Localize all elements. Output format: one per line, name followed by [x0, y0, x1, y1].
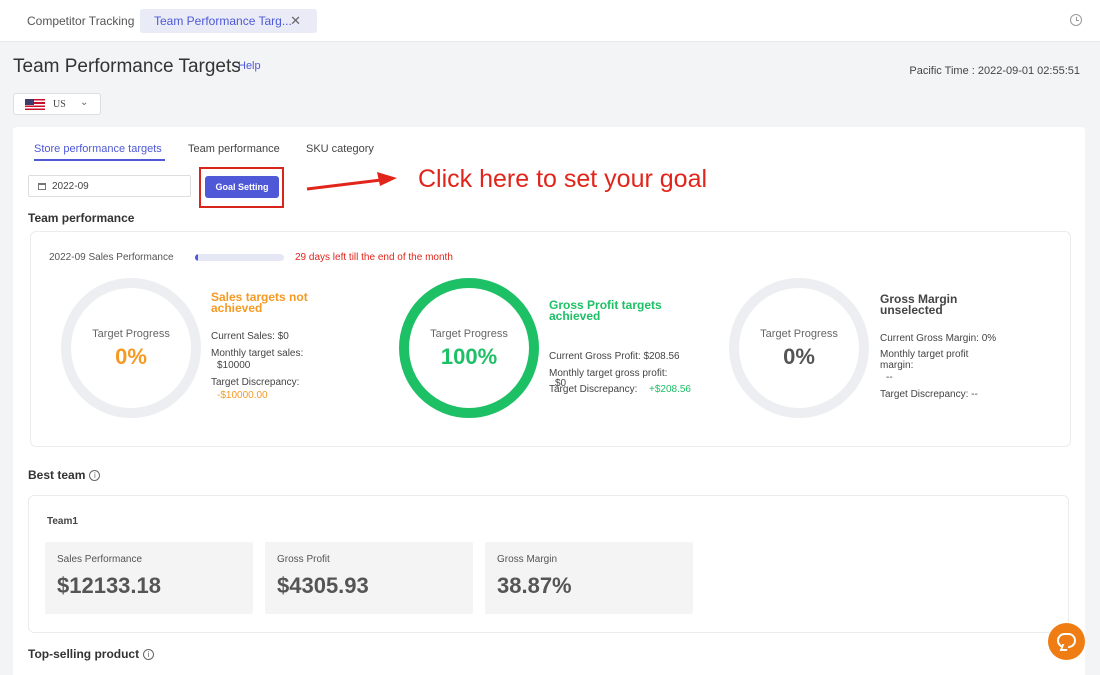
callout-text: Click here to set your goal: [418, 165, 708, 193]
ring-label: Target Progress: [430, 328, 508, 340]
metric-label: Gross Profit: [277, 554, 330, 565]
country-label: US: [53, 99, 66, 110]
sales-performance-label: 2022-09 Sales Performance: [49, 252, 174, 263]
metric-label: Sales Performance: [57, 554, 143, 565]
pacific-time: Pacific Time : 2022-09-01 02:55:51: [909, 65, 1080, 77]
best-team-label: Best team: [28, 468, 86, 482]
us-flag-icon: [25, 99, 45, 110]
month-value: 2022-09: [52, 181, 89, 192]
help-link[interactable]: Help: [238, 60, 261, 72]
profit-discrepancy-value: +$208.56: [649, 384, 691, 395]
sales-target-ring: Target Progress 0%: [61, 278, 201, 418]
chat-bubble-icon: [1057, 633, 1076, 648]
margin-discrepancy: Target Discrepancy: --: [880, 389, 978, 400]
tab-team-performance-targets[interactable]: Team Performance Targ... ✕: [140, 9, 317, 33]
month-picker[interactable]: 2022-09: [28, 175, 191, 197]
chevron-down-icon: ⌄: [80, 97, 89, 108]
main-card: Store performance targets Team performan…: [13, 127, 1085, 675]
goal-setting-button[interactable]: Goal Setting: [205, 176, 279, 198]
current-gross-margin: Current Gross Margin: 0%: [880, 333, 997, 344]
clock-icon[interactable]: [1070, 14, 1082, 26]
ring-label: Target Progress: [760, 328, 838, 340]
monthly-target-margin-label: Monthly target profit margin:: [880, 349, 969, 371]
monthly-target-sales-label: Monthly target sales:: [211, 348, 304, 359]
tab-competitor-tracking[interactable]: Competitor Tracking: [13, 9, 148, 33]
month-progress-bar: [195, 254, 284, 261]
callout-arrow-icon: [306, 172, 397, 191]
calendar-icon: [38, 183, 46, 190]
monthly-target-sales-value: $10000: [217, 360, 251, 371]
monthly-target-profit-label: Monthly target gross profit:: [549, 368, 668, 379]
country-select[interactable]: US ⌄: [13, 93, 101, 115]
sales-status: Sales targets not achieved: [211, 290, 308, 315]
metric-value: $12133.18: [57, 573, 161, 598]
gross-margin-status: Gross Margin unselected: [880, 292, 958, 317]
current-gross-profit: Current Gross Profit: $208.56: [549, 351, 680, 362]
tab-label: Team Performance Targ...: [154, 14, 292, 28]
tab-team-performance[interactable]: Team performance: [188, 143, 280, 155]
best-team-panel: Team1 Sales Performance $12133.18 Gross …: [28, 495, 1069, 633]
close-icon[interactable]: ✕: [290, 9, 301, 33]
gross-profit-status: Gross Profit targets achieved: [549, 298, 662, 323]
metric-label: Gross Margin: [497, 554, 558, 565]
days-left-text: 29 days left till the end of the month: [295, 252, 453, 263]
metric-value: $4305.93: [277, 573, 369, 598]
best-team-title: Best team i: [28, 468, 101, 482]
team-performance-title: Team performance: [28, 211, 135, 225]
info-icon[interactable]: i: [89, 470, 101, 481]
sales-discrepancy-value: -$10000.00: [217, 390, 268, 401]
ring-value: 0%: [783, 344, 815, 369]
sales-discrepancy-label: Target Discrepancy:: [211, 377, 300, 388]
gross-profit-card: Gross Profit $4305.93: [265, 542, 473, 614]
team-performance-panel: 2022-09 Sales Performance 29 days left t…: [30, 231, 1071, 447]
top-selling-title: Top-selling product i: [28, 647, 155, 661]
info-icon[interactable]: i: [143, 649, 155, 660]
team-name: Team1: [47, 516, 78, 527]
tab-store-performance-targets[interactable]: Store performance targets: [34, 143, 165, 161]
ring-value: 0%: [115, 344, 147, 369]
metric-value: 38.87%: [497, 573, 572, 598]
ring-value: 100%: [440, 344, 498, 369]
sales-performance-card: Sales Performance $12133.18: [45, 542, 253, 614]
ring-label: Target Progress: [92, 328, 170, 340]
chat-support-button[interactable]: [1048, 623, 1085, 660]
gross-profit-ring: Target Progress 100%: [399, 278, 539, 418]
top-tab-bar: Competitor Tracking Team Performance Tar…: [0, 0, 1100, 42]
monthly-target-margin-value: --: [886, 372, 893, 383]
profit-discrepancy-label: Target Discrepancy:: [549, 384, 638, 395]
goal-highlight-box: Goal Setting: [199, 167, 284, 208]
current-sales: Current Sales: $0: [211, 331, 289, 342]
top-selling-label: Top-selling product: [28, 647, 140, 661]
gross-margin-ring: Target Progress 0%: [729, 278, 869, 418]
month-progress-fill: [195, 254, 198, 261]
page-title: Team Performance Targets: [13, 56, 241, 77]
gross-margin-card: Gross Margin 38.87%: [485, 542, 693, 614]
tab-sku-category[interactable]: SKU category: [306, 143, 374, 155]
